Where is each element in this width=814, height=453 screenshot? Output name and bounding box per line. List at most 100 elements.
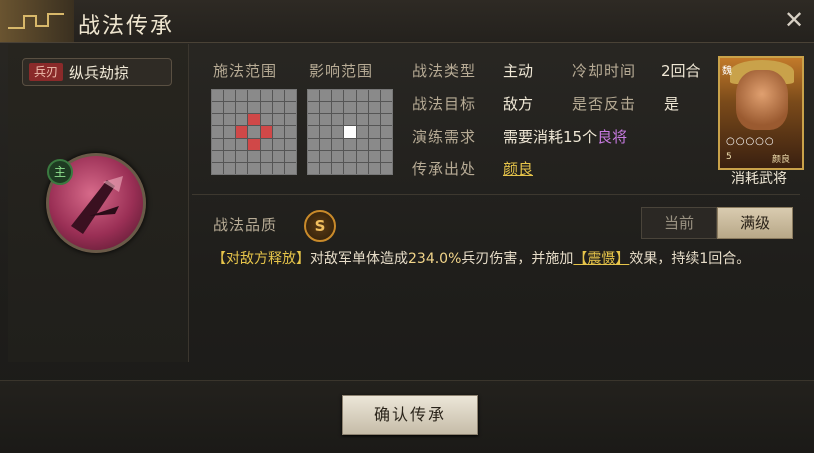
grid-cell: [320, 114, 332, 126]
skill-name: 纵兵劫掠: [69, 64, 130, 82]
grid-cell: [332, 138, 344, 150]
grid-cell: [284, 162, 296, 174]
general-portrait: [736, 70, 788, 130]
grid-cell: [332, 102, 344, 114]
target-value: 敌方: [503, 95, 534, 113]
general-name: 颜良: [772, 155, 791, 165]
grid-cell: [248, 102, 260, 114]
grid-cell: [356, 114, 368, 126]
grid-cell: [212, 114, 224, 126]
cast-range-grid: [211, 89, 297, 175]
close-icon: ✕: [783, 6, 805, 34]
requirement-label: 演练需求: [412, 128, 477, 146]
grid-cell: [368, 150, 380, 162]
title-ornament: [0, 0, 74, 42]
grid-cell: [236, 114, 248, 126]
grid-cell: [284, 90, 296, 102]
grid-cell: [380, 114, 392, 126]
effect-range-grid: [307, 89, 393, 175]
grid-cell: [272, 138, 284, 150]
general-card[interactable]: 魏 ○○○○○ 5 颜良: [718, 56, 804, 170]
grid-cell: [236, 150, 248, 162]
quality-grade-badge: S: [304, 210, 336, 242]
grid-cell: [284, 138, 296, 150]
grid-cell: [332, 150, 344, 162]
desc-percent: 234.0%: [408, 251, 462, 267]
grid-cell: [356, 162, 368, 174]
grid-cell: [248, 90, 260, 102]
grid-cell: [308, 102, 320, 114]
grid-cell: [284, 126, 296, 138]
source-link[interactable]: 颜良: [503, 158, 533, 179]
grid-cell: [320, 126, 332, 138]
title-bar: 战法传承 ✕: [0, 0, 814, 43]
grid-cell: [284, 102, 296, 114]
inherit-dialog: 战法传承 ✕ 兵刃 纵兵劫掠 主 施法范围 影响范围 战法类型 主动 冷却时间 …: [0, 0, 814, 453]
grid-cell: [320, 90, 332, 102]
desc-text-2: 兵刃伤害，并施加: [461, 251, 574, 267]
grid-cell: [380, 162, 392, 174]
grid-cell: [212, 102, 224, 114]
cooldown-label: 冷却时间: [572, 62, 637, 80]
grid-cell: [368, 102, 380, 114]
tab-max-level[interactable]: 满级: [717, 207, 793, 239]
grid-cell: [344, 114, 356, 126]
active-badge: 主: [47, 159, 73, 185]
confirm-inherit-button[interactable]: 确认传承: [342, 395, 478, 435]
faction-mark: 魏: [722, 66, 732, 77]
grid-cell: [344, 102, 356, 114]
type-label: 战法类型: [412, 62, 477, 80]
grid-cell: [320, 102, 332, 114]
grid-cell: [224, 150, 236, 162]
grid-cell: [212, 162, 224, 174]
grid-cell: [224, 138, 236, 150]
type-value: 主动: [503, 62, 534, 80]
grid-cell: [308, 126, 320, 138]
grid-cell: [308, 90, 320, 102]
grid-cell: [284, 114, 296, 126]
grid-cell: [212, 138, 224, 150]
grid-cell: [332, 162, 344, 174]
grid-cell: [356, 150, 368, 162]
grid-cell: [380, 90, 392, 102]
grid-cell: [380, 150, 392, 162]
quality-label: 战法品质: [213, 216, 278, 234]
grid-cell: [260, 114, 272, 126]
cooldown-value: 2回合: [661, 62, 701, 80]
desc-effect-link[interactable]: 【震慑】: [573, 251, 629, 267]
grid-cell: [368, 126, 380, 138]
grid-cell: [284, 150, 296, 162]
section-divider: [192, 194, 800, 195]
close-button[interactable]: ✕: [780, 6, 808, 34]
consume-general-label: 消耗武将: [731, 171, 787, 187]
grid-cell: [272, 90, 284, 102]
grid-cell: [368, 90, 380, 102]
grid-cell: [272, 114, 284, 126]
grid-cell: [224, 102, 236, 114]
skill-name-box: 兵刃 纵兵劫掠: [22, 58, 172, 86]
grid-cell: [356, 126, 368, 138]
ornament-icon: [8, 13, 64, 29]
effect-range-label: 影响范围: [309, 62, 374, 80]
source-label: 传承出处: [412, 160, 477, 178]
grid-cell: [248, 162, 260, 174]
skill-description: 【对敌方释放】对敌军单体造成234.0%兵刃伤害，并施加【震慑】效果，持续1回合…: [212, 248, 802, 270]
grid-cell: [308, 114, 320, 126]
grid-cell: [224, 90, 236, 102]
page-title: 战法传承: [78, 14, 175, 39]
desc-text-3: 效果，持续1回合。: [629, 251, 751, 267]
tab-current[interactable]: 当前: [641, 207, 717, 239]
grid-cell: [236, 162, 248, 174]
general-cost: 5: [726, 152, 732, 162]
grid-cell: [236, 102, 248, 114]
grid-cell: [308, 150, 320, 162]
grid-cell: [260, 102, 272, 114]
grid-cell: [272, 126, 284, 138]
grid-cell: [380, 102, 392, 114]
grid-cell: [260, 126, 272, 138]
damage-type-tag: 兵刃: [29, 63, 63, 81]
grid-cell: [356, 138, 368, 150]
grid-cell: [320, 138, 332, 150]
requirement-link[interactable]: 良将: [597, 128, 627, 146]
grid-cell: [224, 114, 236, 126]
